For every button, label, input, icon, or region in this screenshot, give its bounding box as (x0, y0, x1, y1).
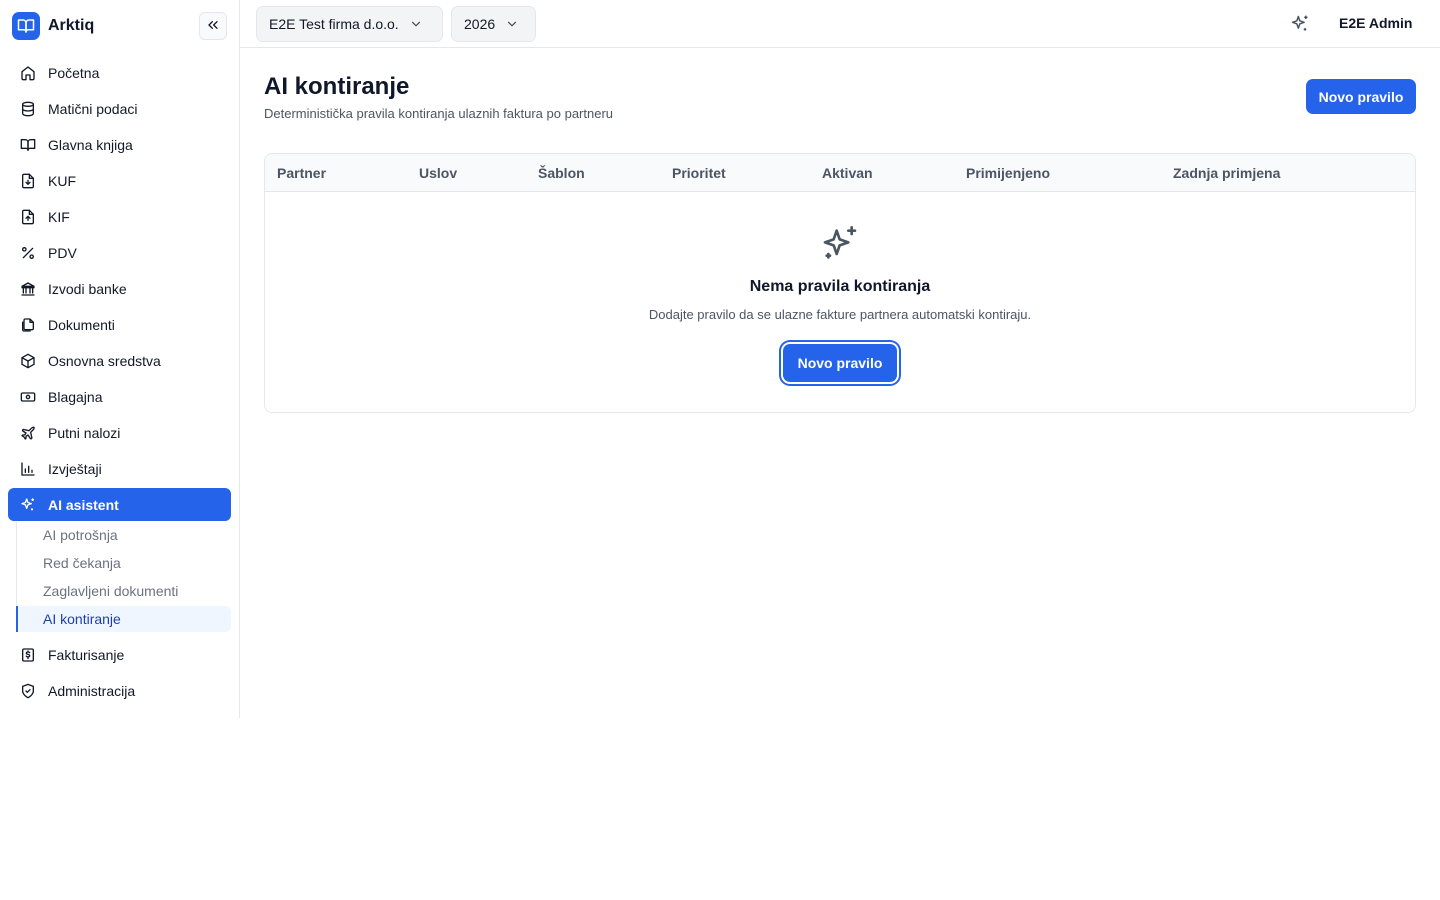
sidebar-item-kuf[interactable]: KUF (8, 164, 231, 197)
column-header-aktivan[interactable]: Aktivan (822, 165, 873, 181)
app-name: Arktiq (48, 17, 95, 34)
empty-state-description: Dodajte pravilo da se ulazne fakture par… (648, 307, 1032, 322)
sidebar-item-maticni-podaci[interactable]: Matični podaci (8, 92, 231, 125)
ai-sparkles-icon[interactable] (1290, 14, 1310, 34)
column-header-sablon[interactable]: Šablon (538, 165, 585, 181)
topbar: E2E Test firma d.o.o. 2026 E2E Admin (240, 0, 1440, 48)
chevron-down-icon (409, 17, 423, 31)
subnav-item-label: AI potrošnja (43, 527, 118, 543)
package-icon (20, 353, 36, 369)
sidebar-item-label: Matični podaci (48, 100, 138, 117)
table-header: Partner Uslov Šablon Prioritet Aktivan P… (265, 154, 1415, 192)
percent-icon (20, 245, 36, 261)
column-header-zadnja-primjena[interactable]: Zadnja primjena (1173, 165, 1280, 181)
sidebar-item-label: KIF (48, 208, 70, 225)
bank-icon (20, 281, 36, 297)
sidebar-item-administracija[interactable]: Administracija (8, 674, 231, 707)
sidebar-item-label: PDV (48, 244, 77, 261)
sidebar-item-label: AI asistent (48, 496, 119, 513)
sparkles-icon (20, 497, 36, 513)
sidebar-item-label: Osnovna sredstva (48, 352, 161, 369)
brand[interactable]: Arktiq (12, 12, 94, 40)
sidebar-item-osnovna-sredstva[interactable]: Osnovna sredstva (8, 344, 231, 377)
sidebar-item-label: Fakturisanje (48, 646, 125, 663)
sidebar-item-label: Glavna knjiga (48, 136, 133, 153)
sidebar-item-pocetna[interactable]: Početna (8, 56, 231, 89)
sidebar-item-dokumenti[interactable]: Dokumenti (8, 308, 231, 341)
sidebar-item-kif[interactable]: KIF (8, 200, 231, 233)
column-header-uslov[interactable]: Uslov (419, 165, 457, 181)
subnav-item-ai-potrosnja[interactable]: AI potrošnja (9, 522, 231, 548)
sidebar-item-label: Blagajna (48, 388, 103, 405)
company-select-value: E2E Test firma d.o.o. (269, 16, 399, 32)
sidebar-item-fakturisanje[interactable]: Fakturisanje (8, 638, 231, 671)
sidebar-item-label: Administracija (48, 682, 136, 699)
invoice-dollar-icon (20, 647, 36, 663)
files-icon (20, 317, 36, 333)
collapse-sidebar-button[interactable] (199, 12, 227, 40)
subnav-item-zaglavljeni-dokumenti[interactable]: Zaglavljeni dokumenti (9, 578, 231, 604)
banknote-icon (20, 389, 36, 405)
user-menu[interactable]: E2E Admin (1339, 15, 1412, 31)
sparkles-icon (820, 224, 860, 264)
year-select-value: 2026 (464, 16, 496, 32)
database-icon (20, 101, 36, 117)
company-select[interactable]: E2E Test firma d.o.o. (256, 6, 443, 42)
subnav-item-red-cekanja[interactable]: Red čekanja (9, 550, 231, 576)
file-download-icon (20, 173, 36, 189)
sidebar-item-blagajna[interactable]: Blagajna (8, 380, 231, 413)
sidebar-item-label: Dokumenti (48, 316, 115, 333)
sidebar: Arktiq Početna Matični podaci Glavna knj… (0, 0, 240, 718)
column-header-primijenjeno[interactable]: Primijenjeno (966, 165, 1050, 181)
sidebar-item-ai-asistent[interactable]: AI asistent (8, 488, 231, 521)
subnav-item-label: AI kontiranje (43, 611, 121, 627)
year-select[interactable]: 2026 (451, 6, 536, 42)
rules-table: Partner Uslov Šablon Prioritet Aktivan P… (264, 153, 1416, 413)
sidebar-item-putni-nalozi[interactable]: Putni nalozi (8, 416, 231, 449)
new-rule-button[interactable]: Novo pravilo (1306, 79, 1416, 114)
chevrons-left-icon (205, 17, 221, 36)
empty-state-title: Nema pravila kontiranja (749, 278, 931, 295)
empty-state-new-rule-button[interactable]: Novo pravilo (783, 344, 897, 382)
chevron-down-icon (505, 17, 519, 31)
sidebar-item-label: Putni nalozi (48, 424, 121, 441)
empty-state: Nema pravila kontiranja Dodajte pravilo … (265, 192, 1415, 412)
book-open-icon (20, 137, 36, 153)
shield-check-icon (20, 683, 36, 699)
sidebar-item-label: Početna (48, 64, 100, 81)
sidebar-item-izvodi-banke[interactable]: Izvodi banke (8, 272, 231, 305)
sidebar-item-pdv[interactable]: PDV (8, 236, 231, 269)
page-subtitle: Deterministička pravila kontiranja ulazn… (264, 106, 614, 121)
sidebar-item-label: Izvodi banke (48, 280, 127, 297)
bar-chart-icon (20, 461, 36, 477)
sidebar-item-label: Izvještaji (48, 460, 102, 477)
page-title: AI kontiranje (264, 73, 410, 100)
column-header-prioritet[interactable]: Prioritet (672, 165, 726, 181)
subnav-item-label: Zaglavljeni dokumenti (43, 583, 179, 599)
book-open-logo-icon (12, 12, 40, 40)
subnav-item-label: Red čekanja (43, 555, 121, 571)
sidebar-item-label: KUF (48, 172, 76, 189)
column-header-partner[interactable]: Partner (277, 165, 326, 181)
plane-icon (20, 425, 36, 441)
ai-asistent-subnav: AI potrošnja Red čekanja Zaglavljeni dok… (16, 522, 231, 632)
sidebar-nav: Početna Matični podaci Glavna knjiga KUF… (8, 56, 231, 710)
subnav-item-ai-kontiranje[interactable]: AI kontiranje (16, 606, 231, 632)
sidebar-item-glavna-knjiga[interactable]: Glavna knjiga (8, 128, 231, 161)
sidebar-item-izvjestaji[interactable]: Izvještaji (8, 452, 231, 485)
home-icon (20, 65, 36, 81)
file-upload-icon (20, 209, 36, 225)
